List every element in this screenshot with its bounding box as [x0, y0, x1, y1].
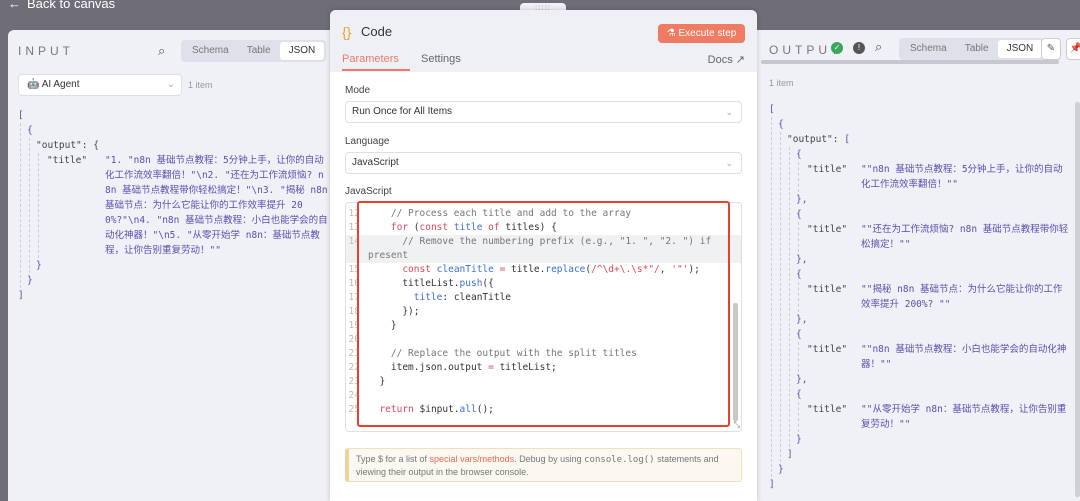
tab-table[interactable]: Table [238, 42, 280, 60]
back-to-canvas-link[interactable]: ← Back to canvas [8, 0, 115, 11]
edit-pencil-icon[interactable]: ✎ [1041, 38, 1061, 60]
output-item: {"title" ""还在为工作流烦恼? n8n 基础节点教程带你轻松搞定！""}… [796, 209, 1069, 265]
execute-step-button[interactable]: ⚗ Execute step [658, 24, 745, 43]
highlight-annotation-box [357, 201, 730, 427]
item-count: 1 item [769, 78, 794, 88]
output-item: {"title" ""n8n 基础节点教程：5分钟上手，让你的自动化工作流效率翻倍… [796, 147, 1069, 207]
tab-parameters[interactable]: Parameters [342, 53, 410, 71]
horizontal-scrollbar[interactable] [761, 60, 1059, 64]
chevron-down-icon: ⌄ [725, 158, 733, 168]
item-count: 1 item [188, 80, 213, 90]
vertical-scrollbar[interactable] [1075, 102, 1080, 497]
output-json-view: [ { "output": [ {"title" ""n8n 基础节点教程：5分钟… [769, 104, 1069, 490]
output-item: {"title" ""从零开始学 n8n：基础节点教程，让你告别重复劳动！""} [796, 387, 1069, 447]
input-title: INPUT [18, 44, 74, 58]
node-header: {} Code ⚗ Execute step Parameters Settin… [330, 10, 757, 72]
success-check-icon: ✓ [831, 42, 843, 54]
language-select[interactable]: JavaScript ⌄ [345, 152, 742, 174]
source-node-select[interactable]: 🤖 AI Agent ⌄ [18, 74, 182, 96]
node-title: Code [361, 24, 393, 39]
search-icon[interactable]: ⌕ [875, 39, 882, 55]
code-label: JavaScript [345, 186, 392, 197]
tab-table[interactable]: Table [956, 40, 998, 58]
tab-json[interactable]: JSON [997, 40, 1043, 58]
pin-icon[interactable]: 📌 [1066, 38, 1080, 60]
mode-select[interactable]: Run Once for All Items ⌄ [345, 101, 742, 123]
output-item: {"title" ""n8n 基础节点教程：小白也能学会的自动化神器！""}, [796, 327, 1069, 387]
robot-icon: 🤖 [27, 79, 40, 90]
mode-label: Mode [345, 85, 371, 96]
info-icon[interactable]: ! [853, 42, 865, 54]
tab-json[interactable]: JSON [279, 42, 325, 60]
output-item: {"title" ""揭秘 n8n 基础节点：为什么它能让你的工作效率提升 200… [796, 267, 1069, 327]
chevron-down-icon: ⌄ [725, 107, 733, 117]
resize-handle-icon[interactable]: ⤡ [734, 420, 740, 430]
input-panel: INPUT ⌕ Schema Table JSON 🤖 AI Agent ⌄ 1… [8, 30, 330, 501]
tab-schema[interactable]: Schema [183, 42, 238, 60]
tab-schema[interactable]: Schema [901, 40, 956, 58]
hint-callout: Type $ for a list of special vars/method… [345, 448, 742, 482]
docs-link[interactable]: Docs ↗ [708, 53, 745, 66]
search-icon[interactable]: ⌕ [158, 43, 165, 59]
output-panel: OUTPUT ✓ ! ⌕ Schema Table JSON ✎ 📌 1 ite… [757, 30, 1080, 501]
input-view-tabs: Schema Table JSON [181, 40, 327, 62]
editor-scrollbar[interactable] [733, 303, 738, 421]
language-label: Language [345, 136, 390, 147]
tab-settings[interactable]: Settings [421, 53, 461, 65]
output-view-tabs: Schema Table JSON [899, 38, 1045, 60]
chevron-down-icon: ⌄ [166, 79, 175, 90]
flask-icon: ⚗ [666, 28, 676, 39]
code-braces-icon: {} [342, 24, 352, 40]
arrow-left-icon: ← [8, 0, 21, 11]
external-link-icon: ↗ [735, 54, 745, 66]
title-value: "1. "n8n 基础节点教程：5分钟上手，让你的自动化工作流效率翻倍！"\n2… [105, 155, 328, 256]
input-json-view: [ { "output": { "title" "1. "n8n 基础节点教程：… [18, 110, 328, 301]
special-vars-link[interactable]: special vars/methods [430, 454, 515, 464]
